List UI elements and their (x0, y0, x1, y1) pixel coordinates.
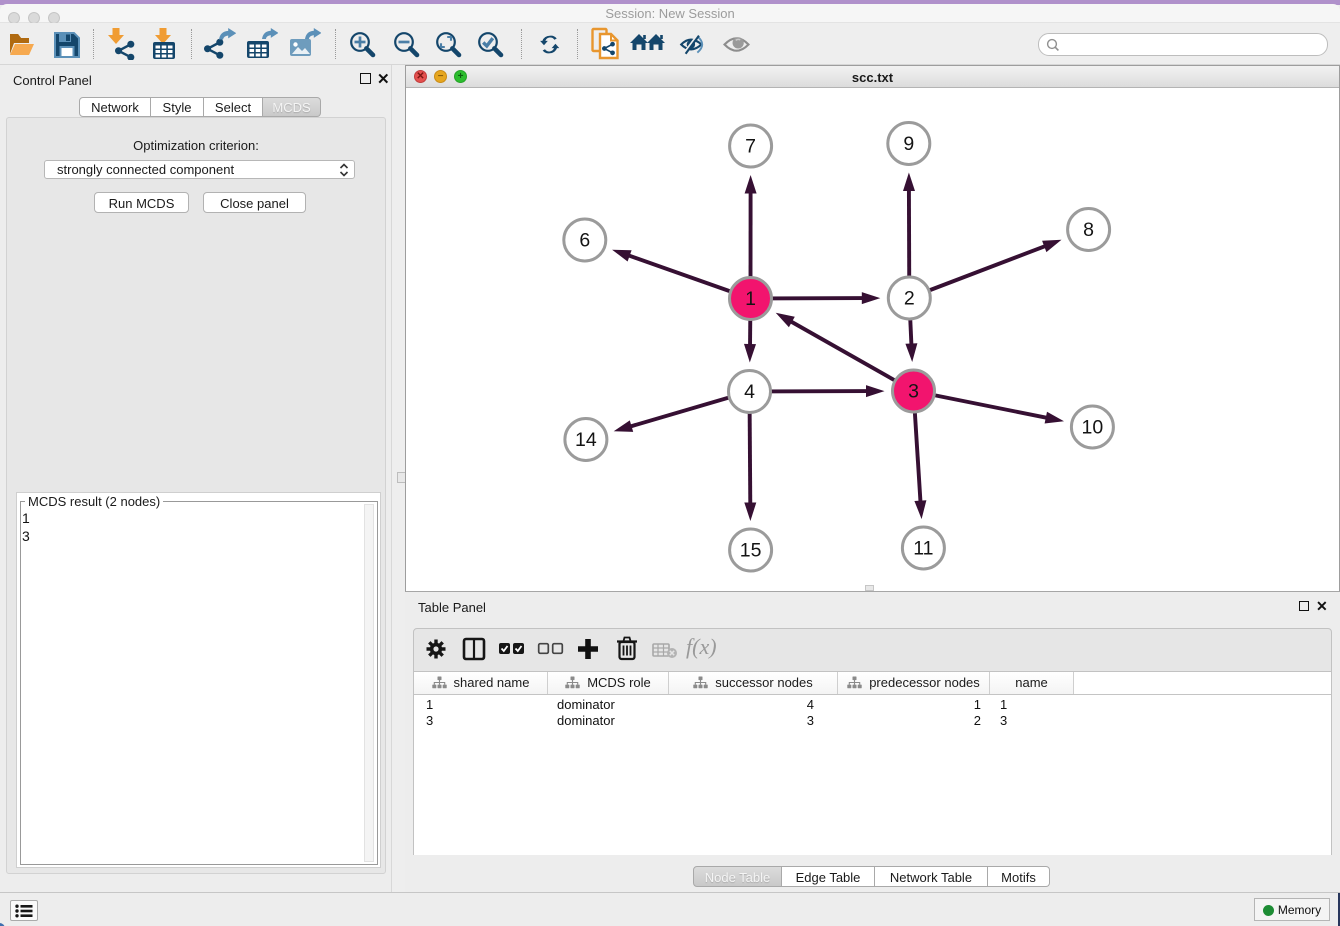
svg-text:1: 1 (745, 288, 756, 310)
svg-text:6: 6 (579, 230, 590, 252)
svg-text:14: 14 (575, 429, 597, 451)
svg-text:10: 10 (1082, 417, 1104, 439)
svg-text:11: 11 (913, 538, 933, 560)
svg-text:7: 7 (745, 136, 756, 158)
svg-text:4: 4 (744, 381, 755, 403)
svg-text:8: 8 (1083, 219, 1094, 241)
svg-text:9: 9 (903, 133, 914, 155)
svg-text:15: 15 (740, 540, 762, 562)
svg-text:2: 2 (904, 288, 915, 310)
svg-text:3: 3 (908, 381, 919, 403)
